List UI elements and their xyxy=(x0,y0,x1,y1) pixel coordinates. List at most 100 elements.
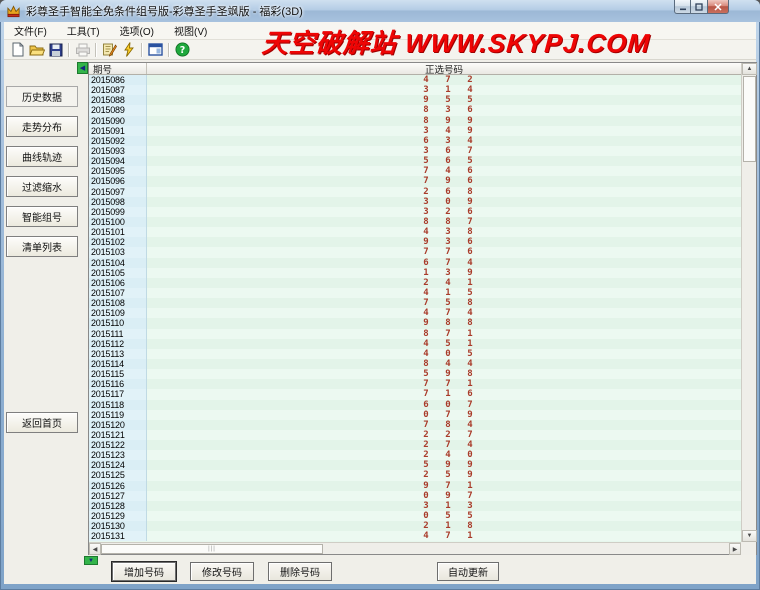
table-row[interactable]: 2015096796 xyxy=(89,176,741,186)
table-row[interactable]: 2015103776 xyxy=(89,247,741,257)
menu-view[interactable]: 视图(V) xyxy=(164,22,217,39)
table-row[interactable]: 2015104674 xyxy=(89,258,741,268)
open-folder-icon[interactable] xyxy=(27,41,46,59)
modify-number-button[interactable]: 修改号码 xyxy=(190,562,254,581)
table-row[interactable]: 2015091349 xyxy=(89,126,741,136)
table-row[interactable]: 2015130218 xyxy=(89,521,741,531)
vertical-scroll-thumb[interactable] xyxy=(743,76,756,162)
table-row[interactable]: 2015113405 xyxy=(89,349,741,359)
table-row[interactable]: 2015105139 xyxy=(89,268,741,278)
smart-pick-icon[interactable] xyxy=(100,41,119,59)
numbers-cell: 758 xyxy=(147,298,741,308)
sidebar-item-filter[interactable]: 过滤缩水 xyxy=(6,176,78,197)
table-row[interactable]: 2015121227 xyxy=(89,430,741,440)
table-row[interactable]: 2015111871 xyxy=(89,329,741,339)
sidebar-item-history[interactable]: 历史数据 xyxy=(6,86,78,107)
sidebar-item-smart-pick[interactable]: 智能组号 xyxy=(6,206,78,227)
table-row[interactable]: 2015129055 xyxy=(89,511,741,521)
table-row[interactable]: 2015102936 xyxy=(89,237,741,247)
digit: 7 xyxy=(459,491,481,501)
table-row[interactable]: 2015097268 xyxy=(89,187,741,197)
menu-options[interactable]: 选项(O) xyxy=(110,22,164,39)
table-row[interactable]: 2015099326 xyxy=(89,207,741,217)
table-row[interactable]: 2015107415 xyxy=(89,288,741,298)
table-row[interactable]: 2015128313 xyxy=(89,501,741,511)
table-row[interactable]: 2015101438 xyxy=(89,227,741,237)
digit: 8 xyxy=(459,369,481,379)
table-row[interactable]: 2015119079 xyxy=(89,410,741,420)
add-number-button[interactable]: 增加号码 xyxy=(112,562,176,581)
column-header-period[interactable]: 期号 xyxy=(89,63,147,74)
table-row[interactable]: 2015088955 xyxy=(89,95,741,105)
table-row[interactable]: 2015125259 xyxy=(89,470,741,480)
table-row[interactable]: 2015118607 xyxy=(89,400,741,410)
table-row[interactable]: 2015109474 xyxy=(89,308,741,318)
table-row[interactable]: 2015106241 xyxy=(89,278,741,288)
table-row[interactable]: 2015086472 xyxy=(89,75,741,85)
table-row[interactable]: 2015092634 xyxy=(89,136,741,146)
title-bar[interactable]: 彩尊圣手智能全免条件组号版-彩尊圣手圣飒版 - 福彩(3D) xyxy=(0,0,760,22)
scroll-up-icon[interactable]: ▲ xyxy=(742,63,757,75)
table-row[interactable]: 2015093367 xyxy=(89,146,741,156)
print-icon[interactable] xyxy=(73,41,92,59)
table-row[interactable]: 2015090899 xyxy=(89,116,741,126)
collapse-footer-button[interactable]: ▼ xyxy=(84,556,98,565)
column-header-numbers[interactable]: 正选号码 xyxy=(147,63,741,74)
horizontal-scroll-thumb[interactable]: ||| xyxy=(101,544,323,554)
table-row[interactable]: 2015094565 xyxy=(89,156,741,166)
numbers-cell: 776 xyxy=(147,247,741,257)
new-document-icon[interactable] xyxy=(8,41,27,59)
table-row[interactable]: 2015116771 xyxy=(89,379,741,389)
table-row[interactable]: 2015112451 xyxy=(89,339,741,349)
table-row[interactable]: 2015100887 xyxy=(89,217,741,227)
digit: 7 xyxy=(437,440,459,450)
help-icon[interactable]: ? xyxy=(173,41,192,59)
table-row[interactable]: 2015123240 xyxy=(89,450,741,460)
horizontal-scrollbar[interactable]: ◀ ||| ▶ xyxy=(89,542,741,554)
numbers-cell: 055 xyxy=(147,511,741,521)
table-row[interactable]: 2015122274 xyxy=(89,440,741,450)
table-row[interactable]: 2015126971 xyxy=(89,481,741,491)
table-row[interactable]: 2015127097 xyxy=(89,491,741,501)
delete-number-button[interactable]: 删除号码 xyxy=(268,562,332,581)
save-icon[interactable] xyxy=(46,41,65,59)
table-row[interactable]: 2015117716 xyxy=(89,389,741,399)
scroll-down-icon[interactable]: ▼ xyxy=(742,530,757,542)
table-row[interactable]: 2015087314 xyxy=(89,85,741,95)
table-row[interactable]: 2015089836 xyxy=(89,105,741,115)
period-cell: 2015100 xyxy=(89,217,147,227)
period-cell: 2015104 xyxy=(89,258,147,268)
watermark-text: 天空破解站 WWW.SKYPJ.COM xyxy=(261,23,652,60)
auto-update-button[interactable]: 自动更新 xyxy=(437,562,499,581)
table-row[interactable]: 2015110988 xyxy=(89,318,741,328)
digit: 6 xyxy=(415,136,437,146)
digit: 7 xyxy=(415,379,437,389)
sidebar-item-home[interactable]: 返回首页 xyxy=(6,412,78,433)
close-button[interactable] xyxy=(707,0,729,14)
period-cell: 2015093 xyxy=(89,146,147,156)
scroll-left-icon[interactable]: ◀ xyxy=(89,543,101,555)
sidebar-item-trend[interactable]: 走势分布 xyxy=(6,116,78,137)
table-row[interactable]: 2015114844 xyxy=(89,359,741,369)
sidebar-item-list[interactable]: 清单列表 xyxy=(6,236,78,257)
sidebar-item-curve[interactable]: 曲线轨迹 xyxy=(6,146,78,167)
window-panel-icon[interactable] xyxy=(146,41,165,59)
minimize-button[interactable] xyxy=(674,0,691,14)
table-row[interactable]: 2015124599 xyxy=(89,460,741,470)
table-row[interactable]: 2015098309 xyxy=(89,197,741,207)
lightning-icon[interactable] xyxy=(119,41,138,59)
table-row[interactable]: 2015115598 xyxy=(89,369,741,379)
digit: 1 xyxy=(437,521,459,531)
maximize-button[interactable] xyxy=(691,0,707,14)
table-row[interactable]: 2015108758 xyxy=(89,298,741,308)
scroll-right-icon[interactable]: ▶ xyxy=(729,543,741,555)
collapse-sidebar-button[interactable]: ◀ xyxy=(77,62,88,74)
table-row[interactable]: 2015131471 xyxy=(89,531,741,541)
digit: 6 xyxy=(459,176,481,186)
table-row[interactable]: 2015095746 xyxy=(89,166,741,176)
menu-file[interactable]: 文件(F) xyxy=(4,22,57,39)
digit: 1 xyxy=(415,268,437,278)
table-row[interactable]: 2015120784 xyxy=(89,420,741,430)
menu-tools[interactable]: 工具(T) xyxy=(57,22,110,39)
vertical-scrollbar[interactable]: ▲ ▼ xyxy=(741,63,756,542)
